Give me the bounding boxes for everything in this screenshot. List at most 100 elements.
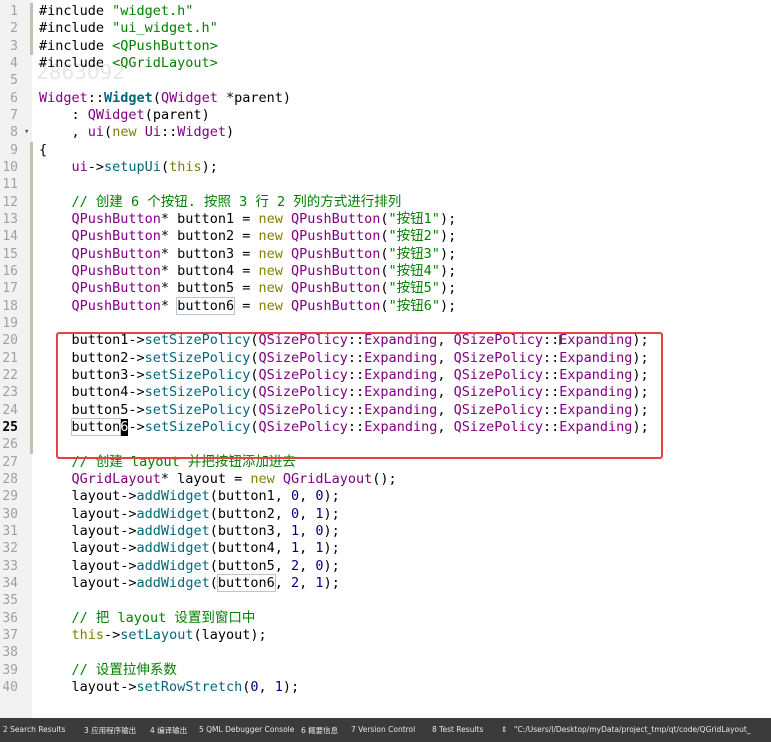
code-token: -> xyxy=(104,626,121,643)
code-token: , xyxy=(39,124,88,141)
code-token: Widget xyxy=(104,89,153,106)
code-editor[interactable]: 1 2 3 4 5 6 7 8 ▾ 9 10 11 12 13 14 15 16 17 18 19 20 21 22 23 24… xyxy=(0,0,771,718)
code-line[interactable]: { xyxy=(39,142,47,159)
code-token: 0 xyxy=(290,505,300,522)
code-line[interactable]: layout->addWidget(button5, 2, 0); xyxy=(39,558,340,575)
code-token: ) xyxy=(226,124,235,141)
code-token: 1 xyxy=(315,540,324,557)
code-line[interactable]: #include <QPushButton> xyxy=(39,38,218,55)
line-number: 31 xyxy=(2,523,18,539)
code-token: , xyxy=(299,557,316,574)
code-line[interactable]: #include <QGridLayout> xyxy=(39,55,218,72)
code-token: ); xyxy=(439,262,457,279)
code-token: QWidget xyxy=(87,106,145,123)
code-line[interactable]: , ui(new Ui::Widget) xyxy=(39,124,235,141)
fold-arrow-icon[interactable]: ▾ xyxy=(24,124,29,141)
code-line[interactable]: layout->setRowStretch(0, 1); xyxy=(39,678,300,696)
line-number: 34 xyxy=(2,575,18,591)
code-token: layout-> xyxy=(39,540,137,557)
code-token: this xyxy=(169,158,202,175)
code-token: QGridLayout xyxy=(282,470,373,487)
line-number: 27 xyxy=(2,454,18,470)
code-line[interactable]: QGridLayout* layout = new QGridLayout(); xyxy=(39,471,397,488)
tab-test-results[interactable]: 8 Test Results xyxy=(432,725,483,734)
code-token: ( xyxy=(380,228,389,245)
change-marker xyxy=(30,141,33,333)
code-token: QPushButton xyxy=(71,210,161,227)
code-line[interactable]: QPushButton* button5 = new QPushButton("… xyxy=(39,280,457,297)
tab-compile-output[interactable]: 4 编译输出 xyxy=(150,725,187,736)
code-token: addWidget xyxy=(136,488,210,505)
code-line[interactable]: QPushButton* button1 = new QPushButton("… xyxy=(39,210,457,228)
code-line[interactable]: layout->addWidget(button4, 1, 1); xyxy=(39,540,340,557)
code-line[interactable]: layout->addWidget(button3, 1, 0); xyxy=(39,523,340,540)
code-line[interactable]: QPushButton* button4 = new QPushButton("… xyxy=(39,262,457,280)
code-token: layout-> xyxy=(39,574,137,591)
code-line[interactable]: : QWidget(parent) xyxy=(39,107,210,124)
tab-summary[interactable]: 6 概要信息 xyxy=(301,725,338,736)
code-token: Widget xyxy=(177,124,227,141)
code-line[interactable]: // 设置拉伸系数 xyxy=(39,662,177,679)
line-number: 29 xyxy=(2,489,18,505)
code-token: = xyxy=(234,297,259,314)
code-line[interactable]: this->setLayout(layout); xyxy=(39,627,267,644)
line-number: 1 xyxy=(10,4,18,19)
code-line[interactable]: Widget::Widget(QWidget *parent) xyxy=(39,90,291,107)
code-token: ( xyxy=(380,245,389,262)
line-number: 4 xyxy=(10,55,18,71)
code-token: ); xyxy=(323,488,340,505)
code-line[interactable]: layout->addWidget(button1, 0, 0); xyxy=(39,488,340,505)
code-line[interactable]: layout->addWidget(button2, 0, 1); xyxy=(39,506,340,523)
code-token: layout-> xyxy=(39,488,137,505)
code-line[interactable]: QPushButton* button6 = new QPushButton("… xyxy=(39,296,457,315)
code-line[interactable]: ui->setupUi(this); xyxy=(39,159,218,176)
code-token: QPushButton xyxy=(291,228,381,245)
tab-application-output[interactable]: 3 应用程序输出 xyxy=(84,725,136,736)
code-token: , xyxy=(299,505,316,522)
line-number: 15 xyxy=(2,246,18,262)
code-token: , xyxy=(274,574,292,591)
code-token: QPushButton xyxy=(71,245,161,262)
code-token: QPushButton xyxy=(71,228,161,245)
code-line[interactable]: layout->addWidget(button6, 2, 1); xyxy=(39,573,340,592)
code-token: button6 xyxy=(176,296,236,315)
tab-search-results[interactable]: 2 Search Results xyxy=(3,725,65,734)
code-token: ( xyxy=(152,89,161,106)
code-token: ); xyxy=(323,557,340,574)
line-number: 28 xyxy=(2,471,18,487)
code-token: ); xyxy=(323,574,340,591)
code-token: ); xyxy=(439,245,457,262)
code-token: setLayout xyxy=(120,626,194,643)
line-number: 8 xyxy=(10,125,18,141)
line-number: 22 xyxy=(2,367,18,383)
code-token: ); xyxy=(439,297,457,314)
code-line[interactable]: #include "ui_widget.h" xyxy=(39,20,218,37)
code-line[interactable]: QPushButton* button2 = new QPushButton("… xyxy=(39,228,457,245)
line-number: 17 xyxy=(2,281,18,297)
pane-toggle-icon[interactable]: ⇕ xyxy=(501,725,507,734)
code-token: new xyxy=(258,228,283,245)
code-token: new xyxy=(258,280,283,297)
code-token: 2 xyxy=(291,574,300,591)
code-token: , xyxy=(299,488,316,505)
code-token: ); xyxy=(439,210,457,227)
code-line[interactable]: QPushButton* button3 = new QPushButton("… xyxy=(39,245,457,263)
code-line[interactable]: #include "widget.h" xyxy=(39,3,193,20)
tab-version-control[interactable]: 7 Version Control xyxy=(351,725,415,734)
code-line[interactable]: // 把 layout 设置到窗口中 xyxy=(39,610,256,627)
code-line[interactable]: // 创建 6 个按钮. 按照 3 行 2 列的方式进行排列 xyxy=(39,194,402,211)
code-token: * button1 = xyxy=(160,210,259,227)
code-token: (); xyxy=(372,470,397,487)
code-token: , xyxy=(258,678,275,695)
code-token: QPushButton xyxy=(71,280,161,297)
code-token: , xyxy=(299,522,316,539)
tab-qml-debugger-console[interactable]: 5 QML Debugger Console xyxy=(199,725,294,734)
code-token: ); xyxy=(439,280,457,297)
line-number: 38 xyxy=(2,645,18,661)
